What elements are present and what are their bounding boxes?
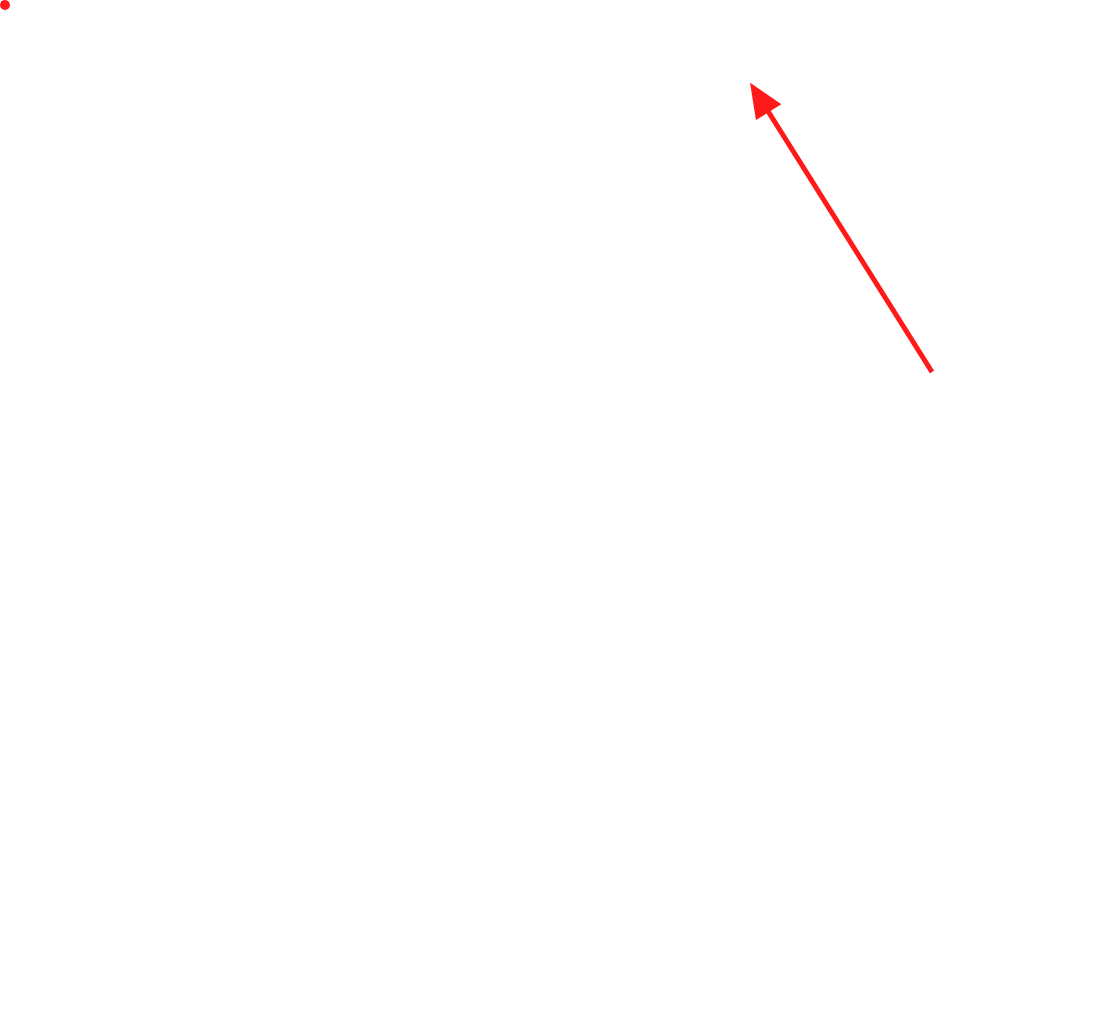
fill-handle[interactable]	[0, 0, 7, 7]
annotation-arrow	[0, 0, 1107, 1009]
